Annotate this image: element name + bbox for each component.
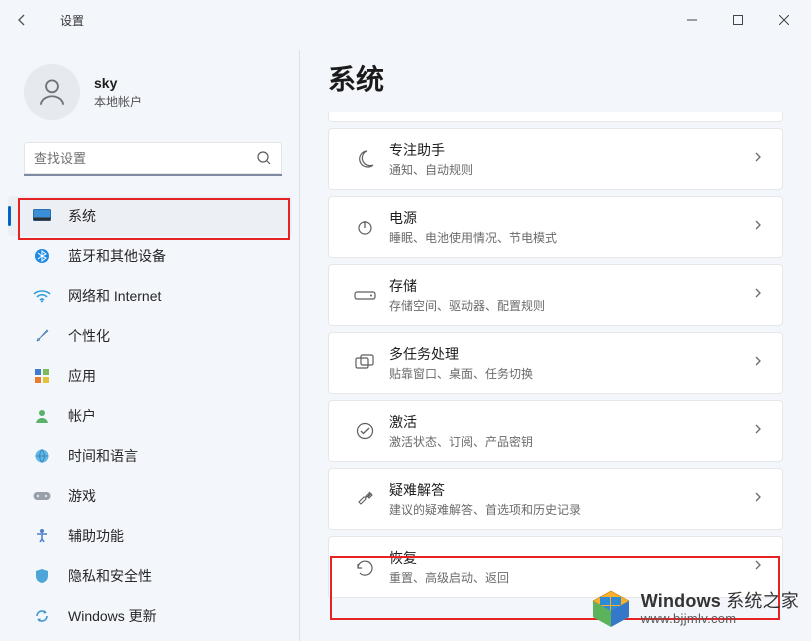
nav-item-network[interactable]: 网络和 Internet bbox=[8, 276, 292, 316]
row-sub: 建议的疑难解答、首选项和历史记录 bbox=[389, 501, 752, 518]
nav-label: 网络和 Internet bbox=[68, 286, 161, 306]
chevron-right-icon bbox=[752, 422, 764, 440]
minimize-icon bbox=[687, 15, 697, 25]
nav-label: 隐私和安全性 bbox=[68, 566, 152, 586]
nav-label: 个性化 bbox=[68, 326, 110, 346]
arrow-left-icon bbox=[14, 12, 30, 28]
nav-item-time-language[interactable]: 时间和语言 bbox=[8, 436, 292, 476]
shield-icon bbox=[32, 566, 52, 586]
user-info: sky 本地帐户 bbox=[94, 75, 142, 110]
nav-label: 帐户 bbox=[68, 406, 96, 426]
nav-item-windows-update[interactable]: Windows 更新 bbox=[8, 596, 292, 636]
row-multitasking[interactable]: 多任务处理 贴靠窗口、桌面、任务切换 bbox=[328, 332, 783, 394]
chevron-right-icon bbox=[752, 354, 764, 372]
recovery-icon bbox=[345, 557, 385, 577]
search-wrap bbox=[24, 142, 282, 176]
nav-item-personalization[interactable]: 个性化 bbox=[8, 316, 292, 356]
nav-item-accounts[interactable]: 帐户 bbox=[8, 396, 292, 436]
nav-item-gaming[interactable]: 游戏 bbox=[8, 476, 292, 516]
watermark-url: www.bjjmlv.com bbox=[641, 612, 799, 626]
power-icon bbox=[345, 217, 385, 237]
chevron-right-icon bbox=[752, 490, 764, 508]
row-title: 专注助手 bbox=[389, 140, 752, 160]
multitask-icon bbox=[345, 354, 385, 372]
chevron-right-icon bbox=[752, 150, 764, 168]
user-name: sky bbox=[94, 75, 142, 91]
main-panel: 系统 专注助手 通知、自动规则 电源 睡眠、电池使用情况、节电模式 bbox=[300, 40, 811, 641]
row-partial-top[interactable] bbox=[328, 112, 783, 122]
settings-window: 设置 sky 本地帐户 bbox=[0, 0, 811, 641]
drive-icon bbox=[345, 288, 385, 302]
close-icon bbox=[779, 15, 789, 25]
chevron-right-icon bbox=[752, 558, 764, 576]
update-icon bbox=[32, 606, 52, 626]
page-title: 系统 bbox=[328, 58, 783, 98]
row-sub: 贴靠窗口、桌面、任务切换 bbox=[389, 365, 752, 382]
check-icon bbox=[345, 421, 385, 441]
chevron-right-icon bbox=[752, 218, 764, 236]
nav-item-system[interactable]: 系统 bbox=[8, 196, 292, 236]
person-icon bbox=[32, 406, 52, 426]
row-title: 激活 bbox=[389, 412, 752, 432]
apps-icon bbox=[32, 366, 52, 386]
nav-item-apps[interactable]: 应用 bbox=[8, 356, 292, 396]
search-input[interactable] bbox=[24, 142, 282, 176]
minimize-button[interactable] bbox=[669, 4, 715, 36]
nav-label: 辅助功能 bbox=[68, 526, 124, 546]
close-button[interactable] bbox=[761, 4, 807, 36]
maximize-icon bbox=[733, 15, 743, 25]
settings-list: 专注助手 通知、自动规则 电源 睡眠、电池使用情况、节电模式 bbox=[328, 112, 783, 641]
account-type: 本地帐户 bbox=[94, 93, 142, 110]
nav-label: Windows 更新 bbox=[68, 606, 157, 626]
nav-label: 时间和语言 bbox=[68, 446, 138, 466]
row-power[interactable]: 电源 睡眠、电池使用情况、节电模式 bbox=[328, 196, 783, 258]
row-sub: 通知、自动规则 bbox=[389, 161, 752, 178]
user-profile[interactable]: sky 本地帐户 bbox=[0, 56, 300, 136]
back-button[interactable] bbox=[0, 0, 44, 40]
moon-icon bbox=[345, 149, 385, 169]
row-storage[interactable]: 存储 存储空间、驱动器、配置规则 bbox=[328, 264, 783, 326]
sidebar: sky 本地帐户 系统 蓝牙和其他设备 bbox=[0, 40, 300, 641]
row-title: 存储 bbox=[389, 276, 752, 296]
brush-icon bbox=[32, 326, 52, 346]
row-focus-assist[interactable]: 专注助手 通知、自动规则 bbox=[328, 128, 783, 190]
row-title: 疑难解答 bbox=[389, 480, 752, 500]
nav-label: 应用 bbox=[68, 366, 96, 386]
row-title: 恢复 bbox=[389, 548, 752, 568]
monitor-icon bbox=[32, 206, 52, 226]
row-sub: 睡眠、电池使用情况、节电模式 bbox=[389, 229, 752, 246]
app-title: 设置 bbox=[60, 12, 84, 29]
row-activation[interactable]: 激活 激活状态、订阅、产品密钥 bbox=[328, 400, 783, 462]
watermark: Windows 系统之家 www.bjjmlv.com bbox=[583, 583, 805, 635]
wifi-icon bbox=[32, 286, 52, 306]
gamepad-icon bbox=[32, 486, 52, 506]
nav-label: 游戏 bbox=[68, 486, 96, 506]
nav-list: 系统 蓝牙和其他设备 网络和 Internet 个性化 应用 bbox=[0, 192, 300, 641]
titlebar-left: 设置 bbox=[0, 0, 84, 40]
nav-item-accessibility[interactable]: 辅助功能 bbox=[8, 516, 292, 556]
windows-logo-icon bbox=[589, 587, 633, 631]
accessibility-icon bbox=[32, 526, 52, 546]
globe-icon bbox=[32, 446, 52, 466]
person-icon bbox=[35, 75, 69, 109]
nav-label: 蓝牙和其他设备 bbox=[68, 246, 166, 266]
wrench-icon bbox=[345, 489, 385, 509]
nav-item-privacy[interactable]: 隐私和安全性 bbox=[8, 556, 292, 596]
bluetooth-icon bbox=[32, 246, 52, 266]
search-icon bbox=[256, 150, 272, 171]
row-sub: 激活状态、订阅、产品密钥 bbox=[389, 433, 752, 450]
chevron-right-icon bbox=[752, 286, 764, 304]
nav-item-bluetooth[interactable]: 蓝牙和其他设备 bbox=[8, 236, 292, 276]
row-title: 电源 bbox=[389, 208, 752, 228]
watermark-brand: Windows 系统之家 bbox=[641, 592, 799, 612]
maximize-button[interactable] bbox=[715, 4, 761, 36]
row-troubleshoot[interactable]: 疑难解答 建议的疑难解答、首选项和历史记录 bbox=[328, 468, 783, 530]
row-title: 多任务处理 bbox=[389, 344, 752, 364]
row-sub: 存储空间、驱动器、配置规则 bbox=[389, 297, 752, 314]
avatar bbox=[24, 64, 80, 120]
nav-label: 系统 bbox=[68, 206, 96, 226]
titlebar bbox=[0, 0, 811, 40]
